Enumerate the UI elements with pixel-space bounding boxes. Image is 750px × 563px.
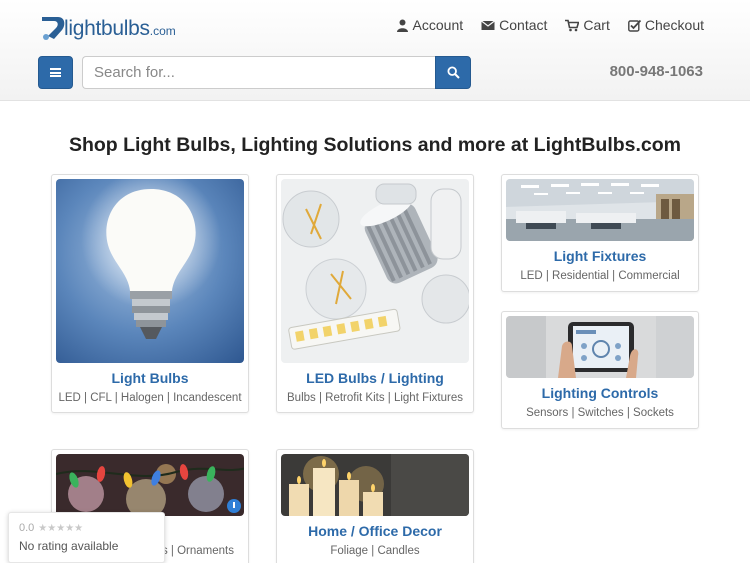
search-input[interactable] <box>82 56 435 89</box>
search-icon <box>446 66 460 79</box>
nav-account-label: Account <box>412 17 464 33</box>
candles-image[interactable] <box>281 454 469 516</box>
nav-checkout[interactable]: Checkout <box>627 17 704 33</box>
hamburger-icon <box>50 68 61 77</box>
category-subtitle: LED | CFL | Halogen | Incandescent <box>58 392 242 404</box>
rating-score-row: 0.0 ★★★★★ <box>19 522 154 534</box>
envelope-icon <box>481 20 496 30</box>
nav-cart-label: Cart <box>583 17 610 33</box>
top-nav: Account Contact Cart Checkout <box>396 17 704 33</box>
rating-widget[interactable]: 0.0 ★★★★★ No rating available <box>8 512 165 563</box>
site-header: lightbulbs .com Account Contact Cart Che… <box>0 0 750 101</box>
logo-tld: .com <box>149 24 176 38</box>
nav-checkout-label: Checkout <box>644 17 704 33</box>
checkout-icon <box>627 19 641 32</box>
category-card-light-bulbs[interactable]: Light Bulbs LED | CFL | Halogen | Incand… <box>51 174 249 413</box>
category-title[interactable]: Home / Office Decor <box>277 523 473 539</box>
category-title[interactable]: LED Bulbs / Lighting <box>277 370 473 386</box>
logo-wordmark: lightbulbs <box>64 17 150 40</box>
light-bulbs-image[interactable] <box>56 179 244 363</box>
nav-cart[interactable]: Cart <box>565 17 610 33</box>
rating-stars-icon: ★★★★★ <box>38 522 84 534</box>
category-card-lighting-controls[interactable]: Lighting Controls Sensors | Switches | S… <box>501 311 699 429</box>
cart-icon <box>565 19 580 31</box>
category-subtitle: Sensors | Switches | Sockets <box>526 407 674 419</box>
light-fixtures-image[interactable] <box>506 179 694 241</box>
nav-account[interactable]: Account <box>396 17 464 33</box>
category-title[interactable]: Light Fixtures <box>502 248 698 264</box>
phone-number[interactable]: 800-948-1063 <box>610 63 703 80</box>
category-card-home-office-decor[interactable]: Home / Office Decor Foliage | Candles <box>276 449 474 563</box>
page-headline: Shop Light Bulbs, Lighting Solutions and… <box>68 134 682 156</box>
search-button[interactable] <box>435 56 471 89</box>
nav-contact-label: Contact <box>499 17 548 33</box>
led-bulbs-image[interactable] <box>281 179 469 363</box>
site-logo[interactable]: lightbulbs .com <box>38 12 176 42</box>
category-title[interactable]: Lighting Controls <box>502 385 698 401</box>
category-card-led-bulbs[interactable]: LED Bulbs / Lighting Bulbs | Retrofit Ki… <box>276 174 474 413</box>
category-subtitle: LED | Residential | Commercial <box>520 270 680 282</box>
category-card-light-fixtures[interactable]: Light Fixtures LED | Residential | Comme… <box>501 174 699 292</box>
lighting-controls-image[interactable] <box>506 316 694 378</box>
rating-score: 0.0 <box>19 522 35 534</box>
nav-contact[interactable]: Contact <box>481 17 547 33</box>
category-title[interactable]: Light Bulbs <box>52 370 248 386</box>
category-subtitle: Bulbs | Retrofit Kits | Light Fixtures <box>287 392 463 404</box>
user-icon <box>396 19 408 32</box>
menu-button[interactable] <box>38 56 73 89</box>
rating-status-text: No rating available <box>19 539 119 553</box>
christmas-lights-image[interactable] <box>56 454 244 516</box>
search-bar <box>82 56 471 89</box>
category-subtitle: Foliage | Candles <box>330 545 420 557</box>
